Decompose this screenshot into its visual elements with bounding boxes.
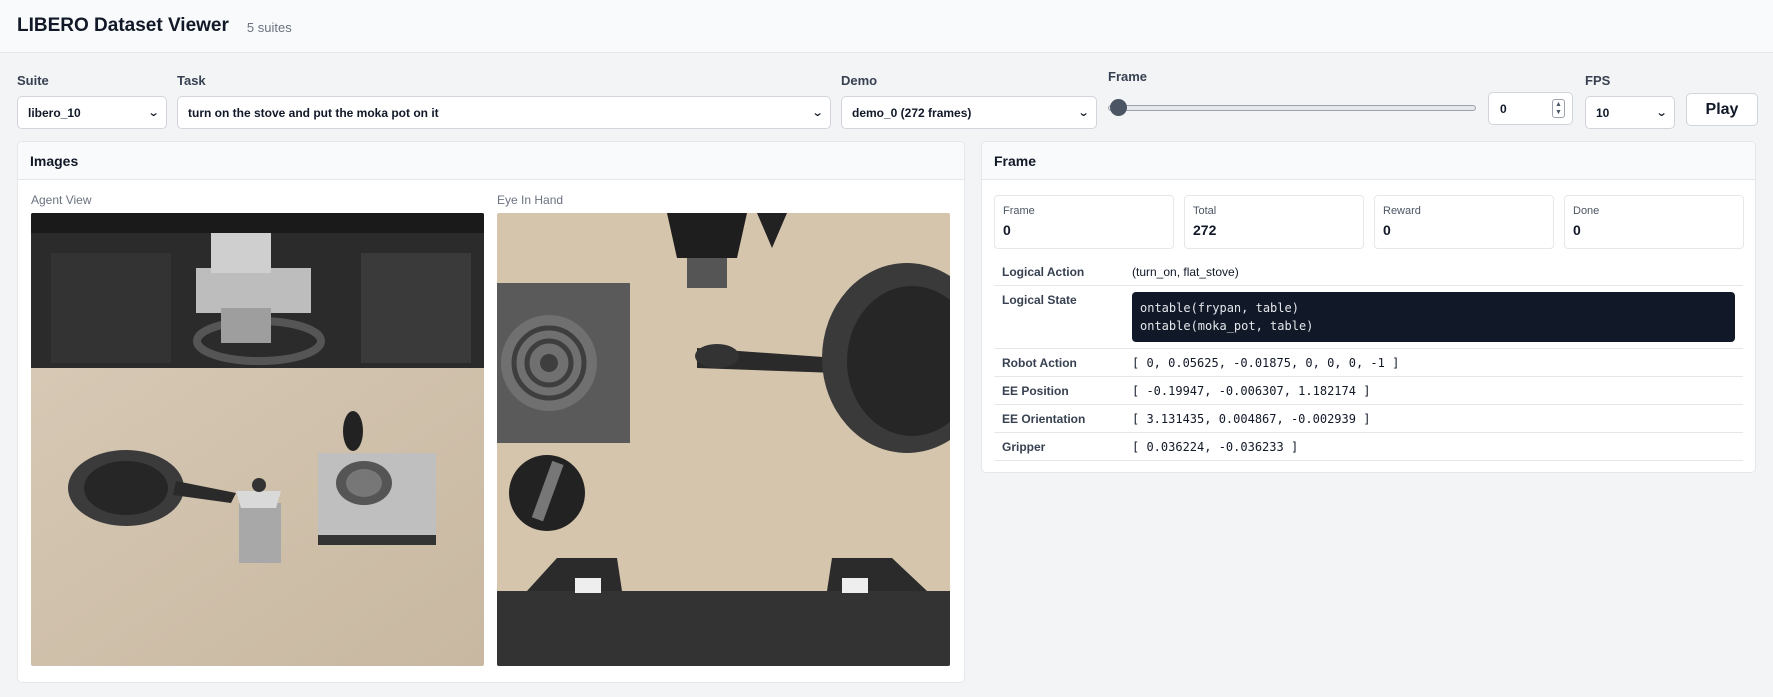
fps-label: FPS — [1585, 73, 1611, 88]
images-panel: Images Agent View Eye In Hand — [17, 141, 965, 683]
frame-panel: Frame Frame 0 Total 272 Reward 0 Done 0 … — [981, 141, 1756, 473]
logical-state-code: ontable(frypan, table) ontable(moka_pot,… — [1132, 292, 1735, 342]
suite-select-value: libero_10 — [28, 105, 81, 120]
ee-orientation-label: EE Orientation — [1002, 412, 1086, 426]
logical-action-row: Logical Action (turn_on, flat_stove) — [994, 258, 1743, 286]
stat-card-done: Done 0 — [1564, 195, 1744, 249]
logical-action-label: Logical Action — [1002, 265, 1085, 279]
suite-control: Suite libero_10 ⌄ — [17, 73, 167, 129]
stat-value: 272 — [1193, 222, 1217, 238]
stat-label: Reward — [1383, 205, 1421, 217]
stat-card-reward: Reward 0 — [1374, 195, 1554, 249]
eye-in-hand-label: Eye In Hand — [497, 193, 564, 207]
stat-label: Done — [1573, 205, 1600, 217]
fps-select[interactable]: 10 ⌄ — [1585, 96, 1675, 129]
spinner-arrows-icon[interactable]: ▲ ▼ — [1552, 99, 1565, 118]
app-header: LIBERO Dataset Viewer 5 suites — [0, 0, 1773, 53]
frame-control: Frame 0 ▲ ▼ — [1108, 69, 1578, 129]
eye-in-hand-image — [497, 213, 950, 666]
stat-label: Frame — [1003, 205, 1035, 217]
stat-value: 0 — [1573, 222, 1581, 238]
logical-action-value: (turn_on, flat_stove) — [1132, 265, 1239, 279]
demo-select[interactable]: demo_0 (272 frames) ⌄ — [841, 96, 1097, 129]
gripper-label: Gripper — [1002, 440, 1046, 454]
task-label: Task — [177, 73, 206, 88]
demo-select-value: demo_0 (272 frames) — [852, 105, 972, 120]
agent-view-image — [31, 213, 484, 666]
suite-label: Suite — [17, 73, 49, 88]
play-button[interactable]: Play — [1686, 93, 1758, 126]
task-select-value: turn on the stove and put the moka pot o… — [188, 105, 439, 120]
logical-state-row: Logical State ontable(frypan, table) ont… — [994, 286, 1743, 349]
ee-orientation-row: EE Orientation [ 3.131435, 0.004867, -0.… — [994, 405, 1743, 433]
robot-action-label: Robot Action — [1002, 356, 1077, 370]
stat-value: 0 — [1383, 222, 1391, 238]
images-panel-title: Images — [18, 142, 964, 180]
fps-control: FPS 10 ⌄ — [1585, 73, 1675, 129]
suite-count: 5 suites — [246, 19, 292, 35]
robot-action-value: [ 0, 0.05625, -0.01875, 0, 0, 0, -1 ] — [1132, 356, 1400, 370]
app-title: LIBERO Dataset Viewer — [17, 15, 229, 36]
chevron-down-icon: ⌄ — [811, 107, 824, 119]
gripper-value: [ 0.036224, -0.036233 ] — [1132, 440, 1299, 454]
stat-card-total: Total 272 — [1184, 195, 1364, 249]
stat-value: 0 — [1003, 222, 1011, 238]
fps-select-value: 10 — [1596, 105, 1610, 120]
logical-state-line: ontable(frypan, table) — [1140, 301, 1299, 315]
suite-select[interactable]: libero_10 ⌄ — [17, 96, 167, 129]
frame-label: Frame — [1108, 69, 1148, 84]
logical-state-label: Logical State — [1002, 293, 1077, 307]
chevron-down-icon: ⌄ — [1077, 107, 1090, 119]
ee-position-row: EE Position [ -0.19947, -0.006307, 1.182… — [994, 377, 1743, 405]
ee-position-label: EE Position — [1002, 384, 1069, 398]
frame-slider-thumb[interactable] — [1110, 99, 1127, 116]
gripper-row: Gripper [ 0.036224, -0.036233 ] — [994, 433, 1743, 461]
frame-number-input[interactable]: 0 ▲ ▼ — [1488, 92, 1573, 125]
chevron-down-icon: ⌄ — [1655, 107, 1668, 119]
demo-control: Demo demo_0 (272 frames) ⌄ — [841, 73, 1097, 129]
robot-action-row: Robot Action [ 0, 0.05625, -0.01875, 0, … — [994, 349, 1743, 377]
demo-label: Demo — [841, 73, 878, 88]
frame-slider[interactable] — [1108, 105, 1476, 111]
stat-label: Total — [1193, 205, 1217, 217]
stat-card-frame: Frame 0 — [994, 195, 1174, 249]
task-control: Task turn on the stove and put the moka … — [177, 73, 831, 129]
ee-orientation-value: [ 3.131435, 0.004867, -0.002939 ] — [1132, 412, 1371, 426]
task-select[interactable]: turn on the stove and put the moka pot o… — [177, 96, 831, 129]
agent-view-label: Agent View — [31, 193, 92, 207]
frame-number-value: 0 — [1500, 101, 1507, 116]
frame-panel-title: Frame — [982, 142, 1755, 180]
logical-state-line: ontable(moka_pot, table) — [1140, 319, 1314, 333]
chevron-down-icon: ⌄ — [147, 107, 160, 119]
ee-position-value: [ -0.19947, -0.006307, 1.182174 ] — [1132, 384, 1371, 398]
